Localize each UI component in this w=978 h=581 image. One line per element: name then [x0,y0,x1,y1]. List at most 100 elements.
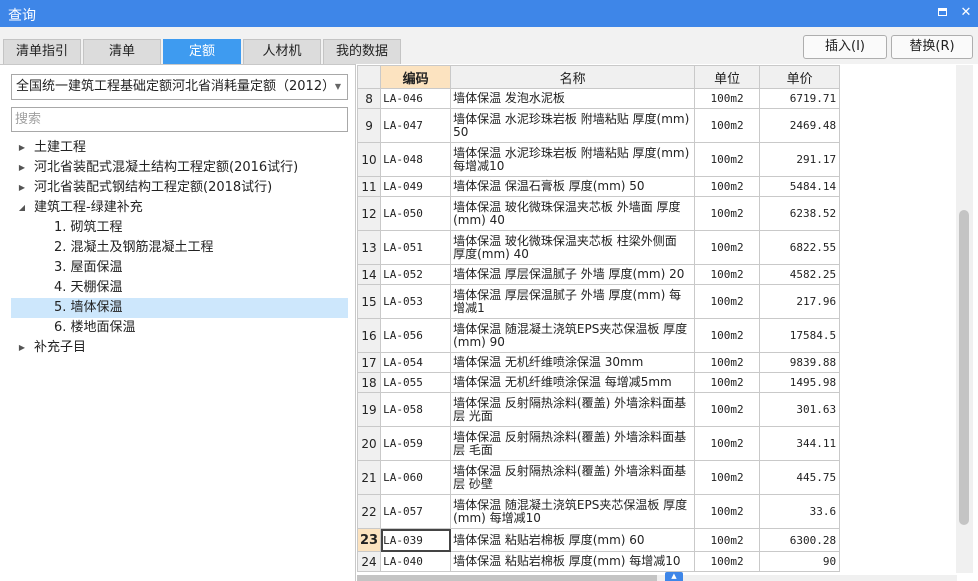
table-row[interactable]: 24 LA-040 墙体保温 粘贴岩棉板 厚度(mm) 每增减10 100m2 90 [356,551,841,572]
replace-button[interactable]: 替换(R) [891,35,973,59]
row-number[interactable]: 23 [356,528,382,552]
table-row[interactable]: 20 LA-059 墙体保温 反射隔热涂料(覆盖) 外墙涂料面基层 毛面 100m2 3… [356,426,841,461]
table-row[interactable]: 17 LA-054 墙体保温 无机纤维喷涂保温 30mm 100m2 9839.88 [356,352,841,373]
tree-item[interactable]: ▶ 补充子目 [11,338,348,358]
cell-name[interactable]: 墙体保温 无机纤维喷涂保温 每增减5mm [450,372,696,393]
tree-item[interactable]: 5. 墙体保温 [11,298,348,318]
cell-name[interactable]: 墙体保温 玻化微珠保温夹芯板 柱梁外侧面 厚度(mm) 40 [450,230,696,265]
cell-code[interactable]: LA-039 [380,528,452,552]
tab-quota[interactable]: 定额 [163,39,241,64]
table-row[interactable]: 15 LA-053 墙体保温 厚层保温腻子 外墙 厚度(mm) 每增减1 100m2 2… [356,284,841,319]
row-number[interactable]: 24 [356,551,382,572]
maximize-icon[interactable] [934,4,950,22]
cell-name[interactable]: 墙体保温 粘贴岩棉板 厚度(mm) 60 [450,528,696,552]
table-row[interactable]: 12 LA-050 墙体保温 玻化微珠保温夹芯板 外墙面 厚度(mm) 40 100m… [356,196,841,231]
tab-bill-guide[interactable]: 清单指引 [3,39,81,64]
table-row[interactable]: 19 LA-058 墙体保温 反射隔热涂料(覆盖) 外墙涂料面基层 光面 100m2 3… [356,392,841,427]
cell-code[interactable]: LA-056 [380,318,452,353]
cell-name[interactable]: 墙体保温 随混凝土浇筑EPS夹芯保温板 厚度(mm) 90 [450,318,696,353]
cell-name[interactable]: 墙体保温 随混凝土浇筑EPS夹芯保温板 厚度(mm) 每增减10 [450,494,696,529]
tree-item[interactable]: 6. 楼地面保温 [11,318,348,338]
cell-code[interactable]: LA-040 [380,551,452,572]
cell-code[interactable]: LA-046 [380,88,452,109]
cell-code[interactable]: LA-050 [380,196,452,231]
cell-name[interactable]: 墙体保温 水泥珍珠岩板 附墙粘贴 厚度(mm) 每增减10 [450,142,696,177]
triangle-right-icon[interactable]: ▶ [16,138,28,158]
column-header-name[interactable]: 名称 [450,65,696,89]
vertical-scrollbar[interactable] [956,65,973,573]
row-number[interactable]: 12 [356,196,382,231]
close-icon[interactable]: ✕ [958,4,974,22]
cell-unit[interactable]: 100m2 [694,528,761,552]
row-number[interactable]: 17 [356,352,382,373]
triangle-down-icon[interactable]: ◢ [16,198,28,218]
cell-unit[interactable]: 100m2 [694,196,761,231]
table-row[interactable]: 23 LA-039 墙体保温 粘贴岩棉板 厚度(mm) 60 100m2 6300.28 [356,528,841,552]
cell-price[interactable]: 6300.28 [759,528,841,552]
table-row[interactable]: 10 LA-048 墙体保温 水泥珍珠岩板 附墙粘贴 厚度(mm) 每增减10 100… [356,142,841,177]
tree-item[interactable]: 2. 混凝土及钢筋混凝土工程 [11,238,348,258]
insert-button[interactable]: 插入(I) [803,35,887,59]
cell-unit[interactable]: 100m2 [694,264,761,285]
row-number[interactable]: 22 [356,494,382,529]
cell-unit[interactable]: 100m2 [694,460,761,495]
column-header-price[interactable]: 单价 [759,65,841,89]
row-number[interactable]: 10 [356,142,382,177]
cell-price[interactable]: 33.6 [759,494,841,529]
cell-code[interactable]: LA-058 [380,392,452,427]
cell-code[interactable]: LA-055 [380,372,452,393]
cell-price[interactable]: 301.63 [759,392,841,427]
tree-item[interactable]: ▶ 河北省装配式钢结构工程定额(2018试行) [11,178,348,198]
cell-unit[interactable]: 100m2 [694,352,761,373]
row-number[interactable]: 15 [356,284,382,319]
column-header-code[interactable]: 编码 [380,65,452,89]
row-number[interactable]: 8 [356,88,382,109]
cell-price[interactable]: 217.96 [759,284,841,319]
cell-name[interactable]: 墙体保温 发泡水泥板 [450,88,696,109]
table-row[interactable]: 11 LA-049 墙体保温 保温石膏板 厚度(mm) 50 100m2 5484.14 [356,176,841,197]
cell-name[interactable]: 墙体保温 厚层保温腻子 外墙 厚度(mm) 每增减1 [450,284,696,319]
row-number[interactable]: 21 [356,460,382,495]
cell-price[interactable]: 6822.55 [759,230,841,265]
cell-name[interactable]: 墙体保温 玻化微珠保温夹芯板 外墙面 厚度(mm) 40 [450,196,696,231]
cell-code[interactable]: LA-051 [380,230,452,265]
cell-price[interactable]: 1495.98 [759,372,841,393]
tree-item[interactable]: ▶ 河北省装配式混凝土结构工程定额(2016试行) [11,158,348,178]
row-number[interactable]: 20 [356,426,382,461]
cell-unit[interactable]: 100m2 [694,142,761,177]
cell-unit[interactable]: 100m2 [694,426,761,461]
cell-price[interactable]: 4582.25 [759,264,841,285]
table-row[interactable]: 14 LA-052 墙体保温 厚层保温腻子 外墙 厚度(mm) 20 100m2 458… [356,264,841,285]
cell-code[interactable]: LA-060 [380,460,452,495]
tab-bill[interactable]: 清单 [83,39,161,64]
row-number[interactable]: 18 [356,372,382,393]
table-row[interactable]: 16 LA-056 墙体保温 随混凝土浇筑EPS夹芯保温板 厚度(mm) 90 100… [356,318,841,353]
cell-unit[interactable]: 100m2 [694,372,761,393]
cell-price[interactable]: 6719.71 [759,88,841,109]
cell-code[interactable]: LA-057 [380,494,452,529]
tab-my-data[interactable]: 我的数据 [323,39,401,64]
tree-item[interactable]: ◢ 建筑工程-绿建补充 [11,198,348,218]
tree-item[interactable]: 4. 天棚保温 [11,278,348,298]
cell-code[interactable]: LA-059 [380,426,452,461]
cell-unit[interactable]: 100m2 [694,88,761,109]
tree-item[interactable]: ▶ 土建工程 [11,138,348,158]
column-header-unit[interactable]: 单位 [694,65,761,89]
cell-price[interactable]: 344.11 [759,426,841,461]
tab-labor-material[interactable]: 人材机 [243,39,321,64]
cell-name[interactable]: 墙体保温 水泥珍珠岩板 附墙粘贴 厚度(mm) 50 [450,108,696,143]
cell-code[interactable]: LA-047 [380,108,452,143]
row-number[interactable]: 19 [356,392,382,427]
cell-unit[interactable]: 100m2 [694,230,761,265]
cell-code[interactable]: LA-053 [380,284,452,319]
row-number[interactable]: 13 [356,230,382,265]
cell-price[interactable]: 9839.88 [759,352,841,373]
table-row[interactable]: 8 LA-046 墙体保温 发泡水泥板 100m2 6719.71 [356,88,841,109]
scrollbar-thumb[interactable] [357,575,657,581]
cell-price[interactable]: 445.75 [759,460,841,495]
tree-item[interactable]: 1. 砌筑工程 [11,218,348,238]
cell-name[interactable]: 墙体保温 反射隔热涂料(覆盖) 外墙涂料面基层 毛面 [450,426,696,461]
table-row[interactable]: 18 LA-055 墙体保温 无机纤维喷涂保温 每增减5mm 100m2 1495.98 [356,372,841,393]
cell-price[interactable]: 17584.5 [759,318,841,353]
row-number[interactable]: 9 [356,108,382,143]
